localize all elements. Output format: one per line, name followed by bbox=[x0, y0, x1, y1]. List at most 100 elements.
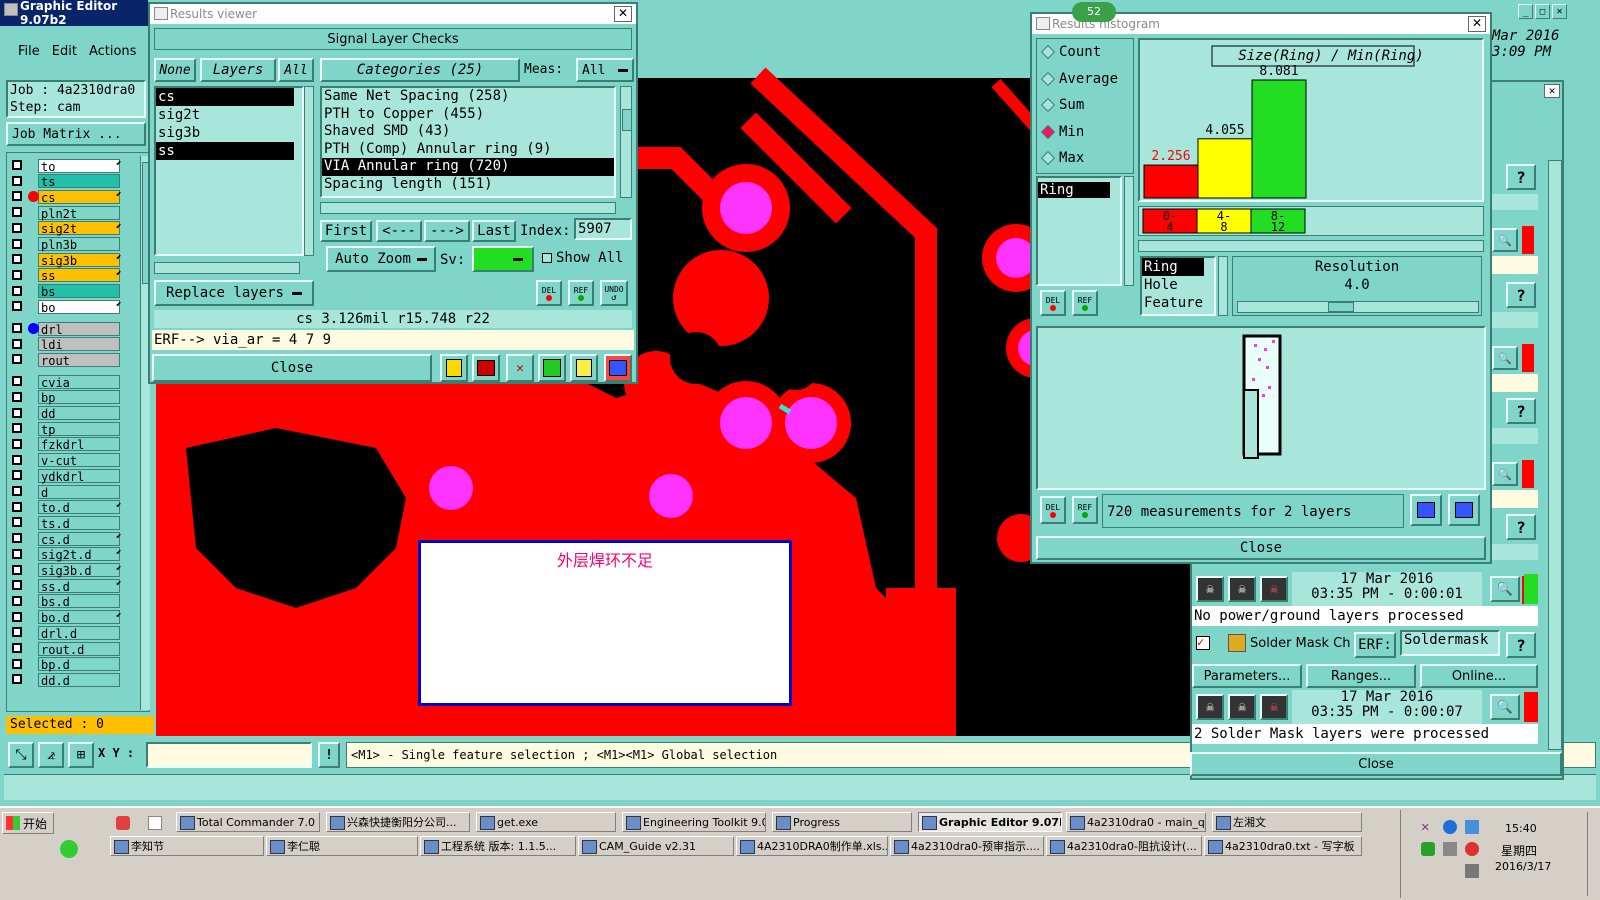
maximize-button[interactable]: □ bbox=[1535, 4, 1550, 19]
layer-checkbox[interactable] bbox=[12, 595, 22, 606]
run-icon[interactable]: ☠ bbox=[1196, 694, 1224, 720]
layer-row[interactable]: sig3b ⬋ bbox=[10, 252, 126, 268]
field-list-item[interactable]: Hole bbox=[1142, 276, 1214, 294]
minimize-button[interactable]: _ bbox=[1518, 4, 1533, 19]
zoom-icon[interactable]: 🔍 bbox=[1492, 346, 1518, 370]
erf-value[interactable]: Soldermask bbox=[1400, 630, 1500, 656]
rv-category-list[interactable]: Same Net Spacing (258) PTH to Copper (455… bbox=[320, 86, 616, 198]
import-icon[interactable] bbox=[1448, 494, 1480, 526]
rv-category-item[interactable]: Spacing length (151) bbox=[322, 176, 614, 194]
none-button[interactable]: None bbox=[154, 58, 196, 82]
ring-list-item[interactable]: Ring bbox=[1038, 182, 1110, 198]
field-list-item[interactable]: Feature bbox=[1142, 294, 1214, 312]
undo-button[interactable]: UNDO ↺ bbox=[600, 280, 628, 306]
slider-thumb[interactable] bbox=[1328, 302, 1354, 312]
hist-ref-button[interactable]: REF bbox=[1072, 290, 1098, 316]
taskbar-item[interactable]: 李知节 bbox=[110, 836, 264, 856]
layer-checkbox[interactable] bbox=[12, 627, 22, 638]
help-button[interactable]: ? bbox=[1506, 632, 1536, 658]
snap-tool-icon[interactable]: ⤡ bbox=[8, 742, 34, 768]
taskbar-item[interactable]: 4a2310dra0-预审指示.... bbox=[890, 836, 1044, 856]
hist-del-button[interactable]: DEL bbox=[1040, 290, 1066, 316]
help-button[interactable]: ? bbox=[1506, 514, 1536, 540]
layer-row[interactable]: pln2t bbox=[10, 205, 126, 221]
stat-radio-count[interactable]: Count bbox=[1037, 39, 1133, 66]
zoom-icon[interactable]: 🔍 bbox=[1490, 694, 1520, 720]
rv-layer-list[interactable]: cs sig2t sig3b ss bbox=[154, 86, 304, 256]
remove-tool-icon[interactable]: ✕ bbox=[506, 354, 534, 382]
layer-checkbox[interactable] bbox=[12, 611, 22, 622]
zoom-icon[interactable]: 🔍 bbox=[1490, 576, 1520, 602]
taskbar-item[interactable]: 李仁聪 bbox=[266, 836, 418, 856]
ring-list-scrollbar[interactable] bbox=[1124, 176, 1134, 286]
layer-checkbox[interactable] bbox=[12, 376, 22, 387]
layer-row[interactable]: fzkdrl bbox=[10, 437, 126, 452]
rv-layer-hscrollbar[interactable] bbox=[154, 262, 300, 274]
close-window-button[interactable]: ✕ bbox=[1552, 4, 1567, 19]
info-icon[interactable]: ! bbox=[318, 742, 340, 768]
volume-icon[interactable] bbox=[1465, 864, 1479, 878]
field-list-item[interactable]: Ring bbox=[1142, 258, 1204, 276]
layer-row[interactable]: ss ⬋ bbox=[10, 268, 126, 283]
quick-launch-icon[interactable] bbox=[148, 816, 162, 830]
hist-del-button-2[interactable]: DEL bbox=[1040, 496, 1066, 524]
layer-row[interactable]: cs.d ⬋ bbox=[10, 531, 126, 547]
taskbar-item[interactable]: get.exe bbox=[476, 812, 616, 832]
layer-row[interactable]: bs bbox=[10, 284, 126, 299]
layer-checkbox[interactable] bbox=[12, 454, 22, 465]
rv-close-button[interactable]: Close bbox=[152, 354, 432, 382]
quick-launch-icon[interactable] bbox=[60, 840, 78, 858]
layer-checkbox[interactable] bbox=[12, 470, 22, 481]
close-icon[interactable]: ✕ bbox=[614, 6, 632, 22]
rv-layer-item[interactable]: sig3b bbox=[156, 124, 294, 142]
checks-close-x[interactable]: ✕ bbox=[1544, 84, 1560, 98]
layer-checkbox[interactable] bbox=[12, 301, 22, 312]
grid-tool-icon[interactable]: ⊞ bbox=[68, 742, 94, 768]
layer-checkbox[interactable] bbox=[12, 338, 22, 349]
layer-row[interactable]: ts.d bbox=[10, 515, 126, 531]
layer-checkbox[interactable] bbox=[12, 674, 22, 685]
layer-checkbox[interactable] bbox=[12, 658, 22, 669]
run-icon[interactable]: ☠ bbox=[1228, 694, 1256, 720]
tray-icon[interactable] bbox=[1465, 842, 1479, 856]
ring-list[interactable]: Ring bbox=[1036, 176, 1122, 286]
online-button[interactable]: Online... bbox=[1420, 664, 1538, 688]
start-button[interactable]: 开始 bbox=[2, 812, 54, 834]
list-tool-icon[interactable] bbox=[570, 354, 598, 382]
layer-row[interactable]: bo ⬋ bbox=[10, 299, 126, 315]
mark-tool-icon[interactable] bbox=[440, 354, 468, 382]
categories-header[interactable]: Categories (25) bbox=[320, 58, 520, 82]
rv-category-item[interactable]: Same Net Spacing (258) bbox=[322, 88, 614, 106]
main-title-bar[interactable]: Graphic Editor 9.07b2 bbox=[0, 0, 148, 27]
help-button[interactable]: ? bbox=[1506, 398, 1536, 424]
taskbar-item[interactable]: 工程系统 版本: 1.1.5... bbox=[420, 836, 576, 856]
layer-checkbox[interactable] bbox=[12, 564, 22, 575]
field-list[interactable]: Ring Hole Feature bbox=[1140, 256, 1216, 316]
stat-radio-max[interactable]: Max bbox=[1037, 145, 1133, 172]
layer-row[interactable]: rout bbox=[10, 352, 126, 368]
green-tool-icon[interactable] bbox=[538, 354, 566, 382]
stat-radio-min[interactable]: Min bbox=[1037, 119, 1133, 146]
auto-zoom-dropdown[interactable]: Auto Zoom bbox=[326, 246, 436, 272]
all-layers-button[interactable]: All bbox=[278, 58, 314, 82]
prev-button[interactable]: <--- bbox=[376, 220, 422, 242]
layer-row[interactable]: sig2t.d ⬋ bbox=[10, 547, 126, 562]
menu-edit[interactable]: Edit bbox=[52, 44, 77, 59]
checkbox-icon[interactable] bbox=[542, 253, 552, 263]
layer-row[interactable]: ldi bbox=[10, 337, 126, 352]
help-button[interactable]: ? bbox=[1506, 282, 1536, 308]
layer-row[interactable]: ts bbox=[10, 174, 126, 189]
ref-button[interactable]: REF bbox=[568, 280, 594, 306]
rv-layer-item[interactable]: ss bbox=[156, 142, 294, 160]
layer-row[interactable]: bp bbox=[10, 390, 126, 405]
tray-icon[interactable] bbox=[1465, 820, 1479, 834]
checks-close-button[interactable]: Close bbox=[1190, 752, 1562, 776]
rv-layer-item[interactable]: cs bbox=[156, 88, 294, 106]
layer-row[interactable]: drl bbox=[10, 321, 126, 337]
menu-file[interactable]: File bbox=[18, 44, 40, 59]
show-desktop-button[interactable] bbox=[1587, 812, 1599, 896]
help-button[interactable]: ? bbox=[1506, 164, 1536, 190]
layer-checkbox[interactable] bbox=[12, 191, 22, 202]
run-icon[interactable]: ☠ bbox=[1260, 694, 1288, 720]
sv-color-dropdown[interactable] bbox=[472, 246, 534, 272]
